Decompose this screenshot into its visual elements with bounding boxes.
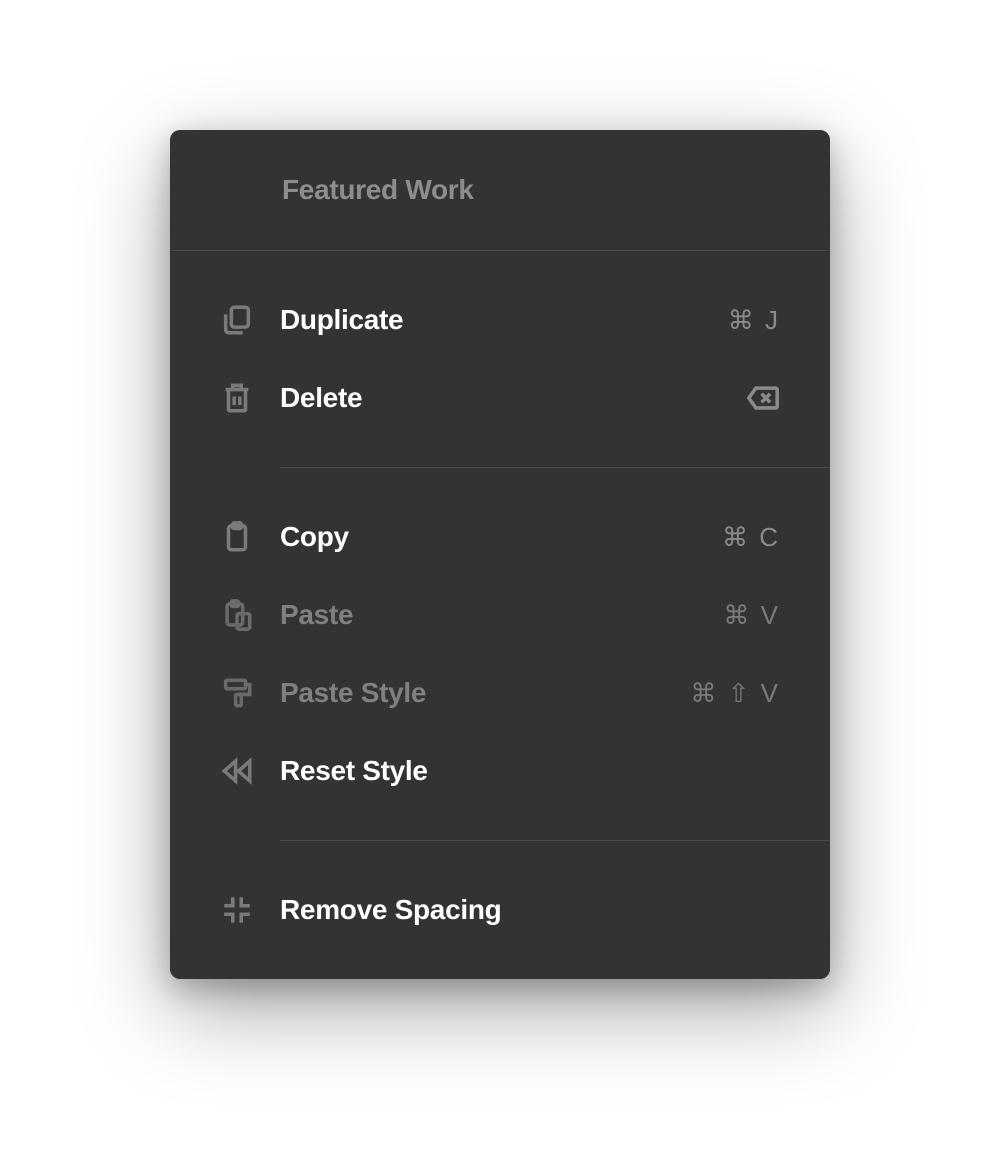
menu-item-paste[interactable]: Paste ⌘ V [170,576,830,654]
menu-item-shortcut: ⌘ J [728,305,780,336]
menu-section-clipboard: Copy ⌘ C Paste ⌘ V Paste [170,468,830,840]
collapse-icon [220,893,280,927]
menu-item-label: Copy [280,521,722,553]
menu-item-label: Duplicate [280,304,728,336]
menu-item-delete[interactable]: Delete [170,359,830,437]
paste-icon [220,598,280,632]
menu-header: Featured Work [170,130,830,251]
menu-item-paste-style[interactable]: Paste Style ⌘ ⇧ V [170,654,830,732]
menu-title: Featured Work [282,174,800,206]
rewind-icon [220,754,280,788]
menu-item-label: Paste [280,599,723,631]
menu-item-shortcut [746,385,780,411]
menu-item-copy[interactable]: Copy ⌘ C [170,498,830,576]
menu-item-label: Reset Style [280,755,780,787]
backspace-icon [746,385,780,411]
menu-item-label: Paste Style [280,677,690,709]
menu-item-shortcut: ⌘ V [723,600,780,631]
menu-section-edit: Duplicate ⌘ J Delete [170,251,830,467]
paint-roller-icon [220,676,280,710]
duplicate-icon [220,303,280,337]
context-menu: Featured Work Duplicate ⌘ J [170,130,830,979]
menu-item-label: Remove Spacing [280,894,780,926]
trash-icon [220,381,280,415]
menu-section-spacing: Remove Spacing [170,841,830,979]
clipboard-icon [220,520,280,554]
menu-item-remove-spacing[interactable]: Remove Spacing [170,871,830,949]
menu-item-reset-style[interactable]: Reset Style [170,732,830,810]
menu-item-label: Delete [280,382,746,414]
menu-item-duplicate[interactable]: Duplicate ⌘ J [170,281,830,359]
menu-item-shortcut: ⌘ C [722,522,780,553]
menu-item-shortcut: ⌘ ⇧ V [690,678,780,709]
